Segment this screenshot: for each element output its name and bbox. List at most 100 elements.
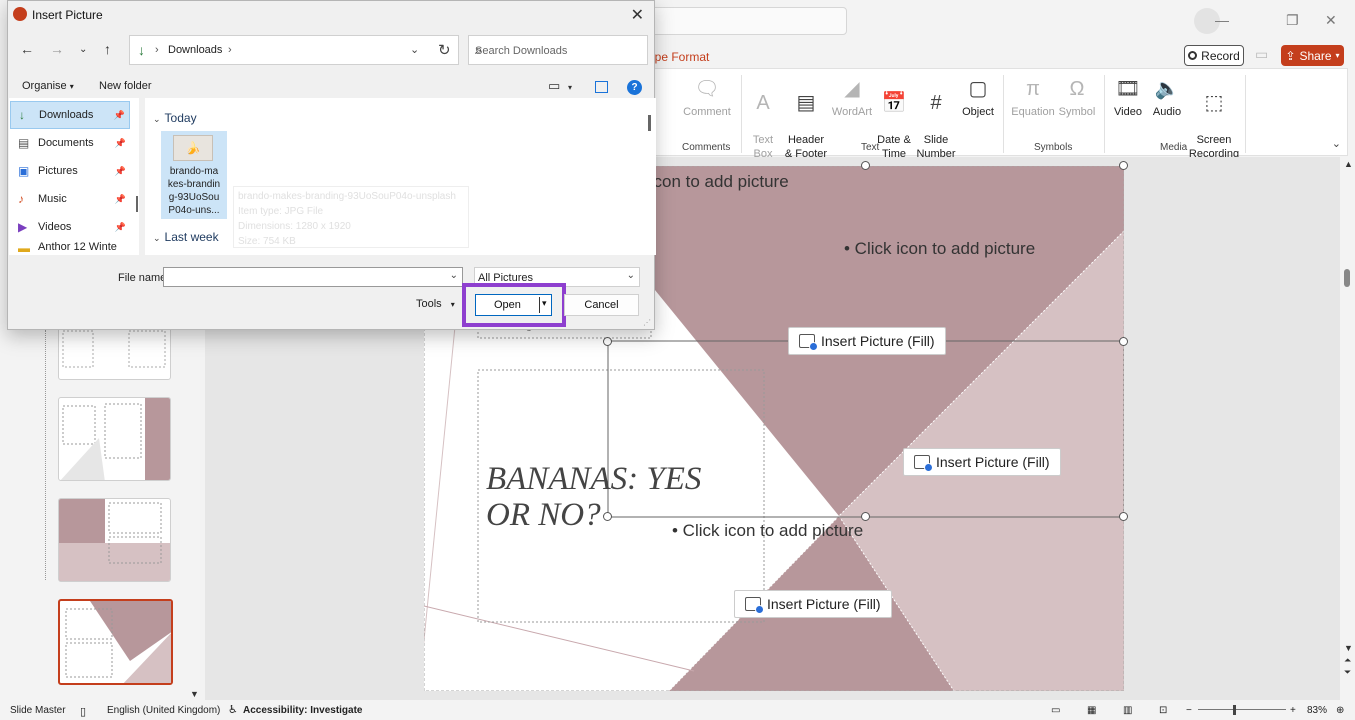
status-language[interactable]: English (United Kingdom)	[107, 705, 220, 716]
resize-handle[interactable]	[861, 512, 870, 521]
new-folder-button[interactable]: New folder	[99, 80, 152, 92]
restore-icon[interactable]: ❐	[1286, 12, 1299, 29]
resize-handle[interactable]	[603, 512, 612, 521]
insert-picture-fill-button[interactable]: Insert Picture (Fill)	[788, 327, 946, 355]
file-item[interactable]: 🍌 brando-ma kes-brandin g-93UoSou P04o-u…	[161, 131, 227, 219]
reading-view-icon[interactable]: ▥	[1123, 705, 1132, 716]
slide-thumbnail[interactable]	[58, 498, 171, 582]
zoom-slider-thumb[interactable]	[1233, 705, 1236, 715]
object-button[interactable]: ▢ Object	[958, 75, 998, 119]
nav-item-music[interactable]: ♪ Music 📌	[10, 185, 130, 213]
refresh-icon[interactable]: ↻	[438, 41, 451, 59]
group-header-today[interactable]: ⌄ Today	[153, 111, 197, 125]
slide-sorter-icon[interactable]: ▦	[1087, 705, 1096, 716]
search-input[interactable]: Search Downloads ⌕	[468, 35, 648, 65]
thumbnail-art	[60, 398, 170, 480]
resize-handle[interactable]	[861, 161, 870, 170]
slide-thumbnail-selected[interactable]	[58, 599, 173, 685]
close-icon[interactable]: ✕	[631, 5, 644, 25]
zoom-level[interactable]: 83%	[1307, 705, 1327, 716]
status-accessibility[interactable]: Accessibility: Investigate	[243, 705, 363, 716]
symbol-button[interactable]: Ω Symbol	[1056, 75, 1098, 119]
minimize-icon[interactable]: —	[1215, 12, 1229, 28]
breadcrumb[interactable]: Downloads	[168, 44, 222, 56]
preview-pane-icon[interactable]	[595, 81, 608, 93]
scroll-down-icon[interactable]: ▼	[1344, 643, 1353, 653]
zoom-slider[interactable]	[1198, 709, 1286, 710]
share-button[interactable]: ⇪ Share ▾	[1281, 45, 1344, 66]
download-icon: ↓	[19, 108, 25, 122]
view-options-icon[interactable]: ▭	[548, 78, 560, 94]
slide-thumbnail[interactable]	[58, 326, 171, 380]
record-button[interactable]: Record	[1184, 45, 1244, 66]
resize-handle[interactable]	[1119, 337, 1128, 346]
tab-shape-format[interactable]: ape Format	[648, 50, 709, 64]
picture-placeholder-text[interactable]: • Click icon to add picture	[844, 239, 1035, 259]
slideshow-icon[interactable]: ⊡	[1159, 705, 1167, 716]
breadcrumb-separator-icon[interactable]: ›	[228, 44, 232, 56]
nav-item-documents[interactable]: ▤ Documents 📌	[10, 129, 130, 157]
close-window-icon[interactable]: ✕	[1325, 12, 1337, 29]
insert-picture-fill-button[interactable]: Insert Picture (Fill)	[734, 590, 892, 618]
chevron-down-icon[interactable]: ⌄	[410, 43, 419, 56]
scrollbar-thumb[interactable]	[648, 115, 651, 131]
equation-button[interactable]: π Equation	[1008, 75, 1058, 119]
record-icon	[1188, 51, 1198, 60]
text-box-icon: A	[756, 92, 770, 114]
picture-icon	[799, 334, 818, 351]
cancel-button[interactable]: Cancel	[564, 294, 639, 316]
image-thumbnail-icon: 🍌	[173, 135, 213, 161]
collapse-ribbon-icon[interactable]: ⌄	[1332, 137, 1341, 150]
group-label: Last week	[164, 230, 219, 244]
scrollbar-thumb[interactable]	[1344, 269, 1350, 287]
resize-handle[interactable]	[1119, 512, 1128, 521]
slide-thumbnail[interactable]	[58, 397, 171, 481]
nav-item-pictures[interactable]: ▣ Pictures 📌	[10, 157, 130, 185]
comment-button[interactable]: 🗨 Comment	[681, 75, 733, 119]
canvas-scrollbar[interactable]: ▲ ▼ ⏶ ⏷	[1341, 157, 1355, 700]
audio-button[interactable]: 🔈 Audio	[1148, 75, 1186, 119]
nav-item-videos[interactable]: ▶ Videos 📌	[10, 213, 130, 241]
scroll-up-icon[interactable]: ▲	[1344, 159, 1353, 169]
notes-icon[interactable]: ▯	[80, 705, 86, 718]
recent-locations-chevron-icon[interactable]: ⌄	[79, 44, 87, 55]
nav-item-label: Downloads	[39, 109, 94, 121]
slide-title[interactable]: BANANAS: YES OR NO?	[486, 461, 701, 533]
symbol-label: Symbol	[1058, 106, 1096, 118]
address-bar[interactable]: ↓ › Downloads › ⌄ ↻	[129, 35, 459, 65]
forward-arrow-icon[interactable]: →	[50, 41, 64, 57]
zoom-in-icon[interactable]: +	[1290, 705, 1296, 716]
nav-item-folder[interactable]: ▬ Anthor 12 Winte	[10, 241, 130, 255]
group-text: Text	[861, 142, 880, 153]
nav-item-label: Pictures	[38, 165, 78, 177]
resize-grip-icon[interactable]: ⋰	[643, 318, 651, 327]
fit-to-window-icon[interactable]: ⊕	[1336, 705, 1344, 716]
comments-icon[interactable]: ▭	[1255, 46, 1273, 64]
scroll-down-icon[interactable]: ▼	[190, 689, 199, 699]
comment-label: Comment	[683, 106, 731, 118]
next-slide-icon[interactable]: ⏷	[1344, 667, 1351, 678]
previous-slide-icon[interactable]: ⏶	[1344, 655, 1351, 666]
chevron-down-icon[interactable]: ⌄	[450, 270, 458, 281]
tools-button[interactable]: Tools ▾	[416, 298, 455, 310]
up-arrow-icon[interactable]: ↑	[104, 41, 111, 57]
nav-scrollbar-thumb[interactable]	[136, 196, 138, 212]
zoom-out-icon[interactable]: −	[1186, 705, 1192, 716]
help-icon[interactable]: ?	[627, 80, 642, 95]
normal-view-icon[interactable]: ▭	[1051, 705, 1060, 716]
resize-handle[interactable]	[1119, 161, 1128, 170]
wordart-button[interactable]: ◢ WordArt	[830, 75, 874, 119]
insert-picture-fill-button[interactable]: Insert Picture (Fill)	[903, 448, 1061, 476]
pin-icon: 📌	[114, 221, 126, 232]
ppt-search-box[interactable]	[640, 7, 847, 35]
video-button[interactable]: 🎞 Video	[1110, 75, 1146, 119]
nav-item-downloads[interactable]: ↓ Downloads 📌	[10, 101, 130, 129]
status-view: Slide Master	[10, 705, 66, 716]
file-name-input[interactable]: ⌄	[163, 267, 463, 287]
group-header-last-week[interactable]: ⌄ Last week	[153, 230, 219, 244]
back-arrow-icon[interactable]: ←	[20, 41, 34, 57]
chevron-down-icon[interactable]: ▾	[568, 83, 572, 92]
organise-button[interactable]: Organise ▾	[22, 80, 74, 92]
file-list-scrollbar[interactable]	[646, 98, 656, 255]
resize-handle[interactable]	[603, 337, 612, 346]
